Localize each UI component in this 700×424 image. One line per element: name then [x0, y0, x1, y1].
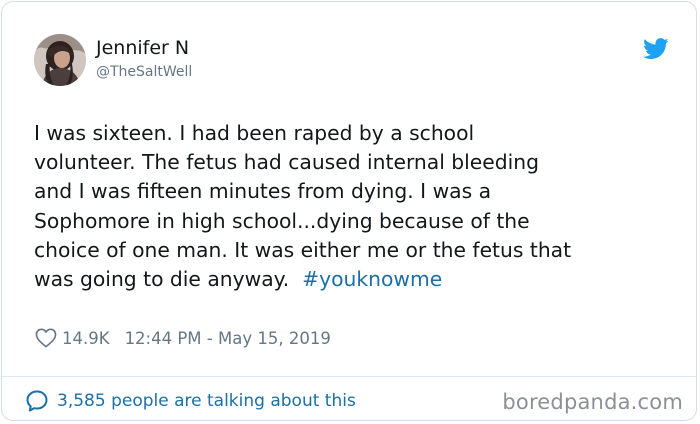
speech-bubble-icon: [26, 390, 48, 412]
tweet-timestamp[interactable]: 12:44 PM - May 15, 2019: [125, 329, 331, 348]
avatar[interactable]: [34, 34, 86, 86]
tweet-line-last: was going to die anyway. #youknowme: [34, 265, 664, 294]
tweet-line: Sophomore in high school...dying because…: [34, 208, 530, 233]
tweet-meta: 14.9K 12:44 PM - May 15, 2019: [35, 326, 331, 350]
hashtag-link[interactable]: #youknowme: [302, 267, 442, 291]
tweet-line-text: was going to die anyway.: [34, 266, 290, 291]
tweet-text: I was sixteen. I had been raped by a sch…: [34, 119, 664, 294]
tweet-line: choice of one man. It was either me or t…: [34, 237, 572, 262]
divider: [2, 376, 696, 377]
watermark: boredpanda.com: [502, 390, 683, 414]
heart-icon[interactable]: [35, 328, 57, 348]
conversation-count-label: 3,585 people are talking about this: [57, 391, 356, 411]
tweet-line: volunteer. The fetus had caused internal…: [34, 150, 540, 175]
like-count[interactable]: 14.9K: [62, 329, 110, 348]
tweet-line: and I was fifteen minutes from dying. I …: [34, 179, 492, 204]
author-handle[interactable]: @TheSaltWell: [96, 63, 192, 81]
avatar-photo: [34, 34, 86, 86]
tweet-card: Jennifer N @TheSaltWell I was sixteen. I…: [1, 1, 697, 421]
author-name[interactable]: Jennifer N: [96, 36, 189, 60]
tweet-line: I was sixteen. I had been raped by a sch…: [34, 121, 475, 145]
twitter-bird-icon[interactable]: [643, 38, 669, 60]
conversation-link[interactable]: 3,585 people are talking about this: [25, 388, 356, 414]
